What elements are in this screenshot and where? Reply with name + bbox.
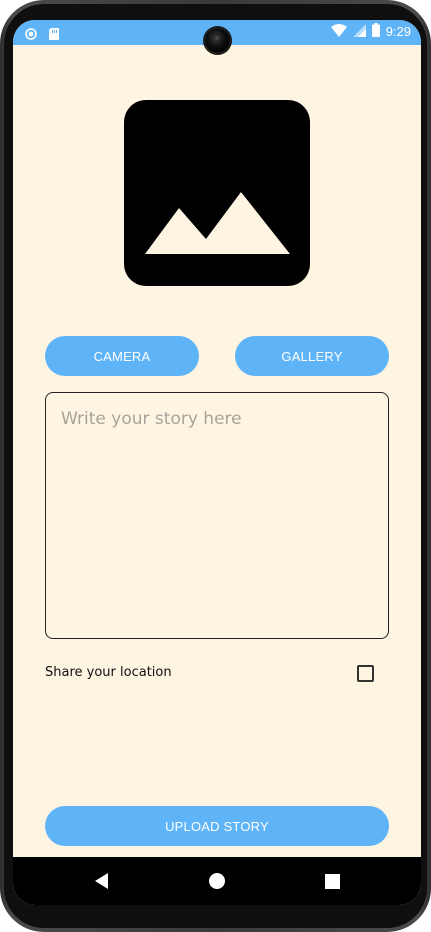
status-left-icons (25, 25, 59, 44)
share-location-checkbox[interactable] (357, 665, 374, 682)
notification-dot-icon (25, 25, 37, 44)
back-icon[interactable] (92, 871, 112, 891)
home-icon[interactable] (207, 871, 227, 891)
camera-button[interactable]: CAMERA (45, 336, 199, 376)
share-location-label: Share your location (45, 665, 172, 680)
image-placeholder-icon (124, 100, 310, 286)
navigation-bar (13, 857, 421, 905)
story-placeholder: Write your story here (61, 409, 242, 429)
upload-story-button[interactable]: UPLOAD STORY (45, 806, 389, 846)
gallery-button[interactable]: GALLERY (235, 336, 389, 376)
app-screen: 9:29 CAMERA GALLERY Write your story her… (13, 20, 421, 905)
front-camera (205, 28, 230, 53)
wifi-icon (330, 23, 347, 40)
signal-icon (352, 23, 366, 40)
status-right-icons: 9:29 (330, 23, 411, 40)
battery-icon (371, 23, 380, 40)
sim-card-icon (49, 25, 59, 44)
story-input[interactable]: Write your story here (45, 392, 389, 639)
recents-icon[interactable] (322, 871, 342, 891)
status-time: 9:29 (385, 24, 411, 39)
device: 9:29 CAMERA GALLERY Write your story her… (0, 0, 431, 932)
